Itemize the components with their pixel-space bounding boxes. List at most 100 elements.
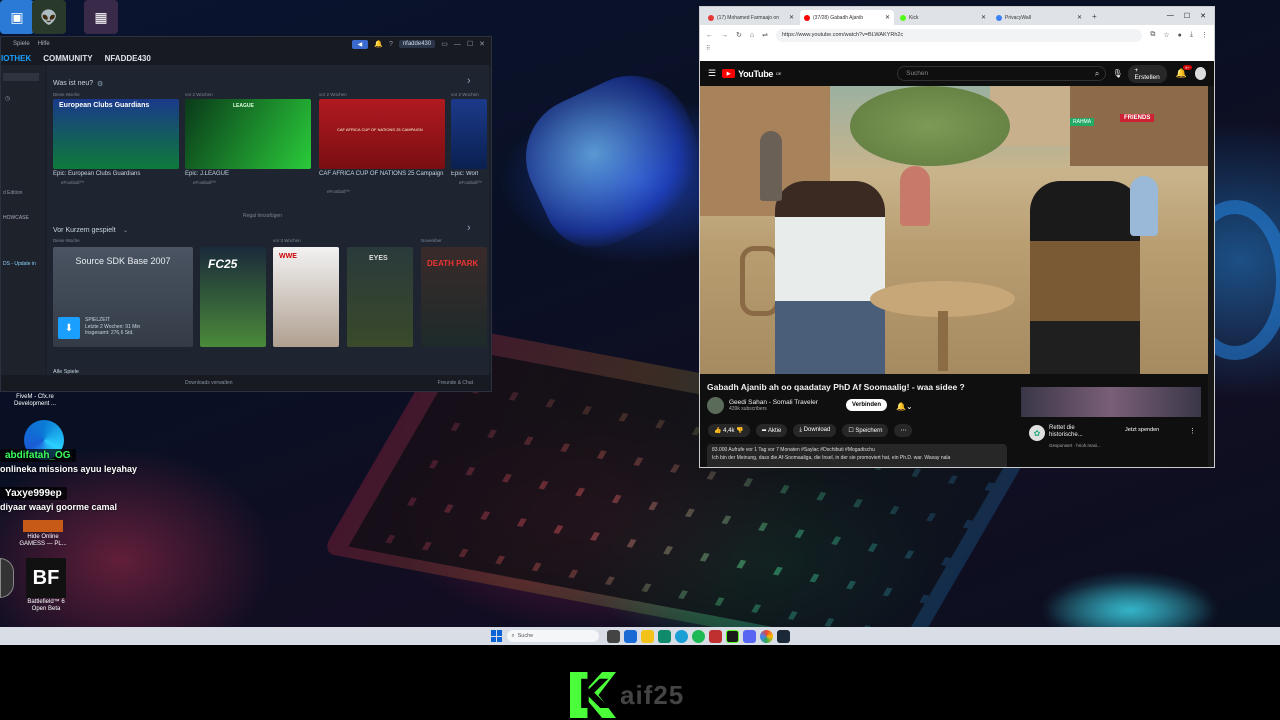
desktop-icon-hide-online[interactable]: Hide Online GAMESS — PL... [18, 520, 68, 547]
like-button[interactable]: 👍 4,4k 👎 [708, 424, 750, 437]
nav-profile[interactable]: NFADDE430 [105, 54, 151, 63]
video-player[interactable]: FRIENDS RAHMA [700, 86, 1208, 374]
notifications-bell-icon[interactable]: 🔔 9+ [1175, 65, 1192, 79]
recent-game-sdk[interactable]: Source SDK Base 2007 ⬇ SPIELZEIT Letzte … [53, 247, 193, 347]
news-caption[interactable]: CAF AFRICA CUP OF NATIONS 25 Campaign [319, 171, 445, 177]
nav-library[interactable]: IOTHEK [1, 54, 31, 63]
sponsored-ad[interactable]: ✿ Rettet die historische... Gesponsert ·… [1021, 387, 1201, 457]
forward-icon[interactable]: → [721, 32, 728, 39]
minimize-icon[interactable]: — [454, 41, 461, 48]
desktop-app-icon-2[interactable]: 👽 [32, 0, 66, 34]
friends-chat[interactable]: Freunde & Chat [438, 380, 473, 386]
recent-game-deathpark[interactable]: DEATH PARK [421, 247, 487, 347]
desktop-app-icon-1[interactable]: ▣ [0, 0, 34, 34]
more-actions-icon[interactable]: ⋯ [894, 424, 913, 437]
hamburger-menu-icon[interactable]: ☰ [708, 68, 716, 79]
file-explorer-icon[interactable] [623, 629, 637, 643]
desktop-icon-battlefield[interactable]: BF Battlefield™ 6 Open Beta [20, 558, 72, 612]
whats-new-next-arrow[interactable]: › [467, 75, 471, 87]
desktop-icon-fivem[interactable]: FiveM - Cfx.re Development ... [0, 394, 70, 407]
ad-donate-button[interactable]: Jetzt spenden [1125, 427, 1159, 433]
news-card-world[interactable] [451, 99, 487, 169]
close-icon[interactable]: ✕ [479, 40, 485, 48]
add-shelf-button[interactable]: Regal hinzufügen [243, 213, 282, 219]
create-button[interactable]: + Erstellen [1128, 64, 1168, 83]
recent-next-arrow[interactable]: › [467, 222, 471, 234]
folder-icon[interactable] [640, 629, 654, 643]
browser-tab[interactable]: Kick ✕ [896, 10, 990, 25]
gear-icon[interactable]: ⚙ [97, 80, 103, 88]
news-caption[interactable]: Epic: J.LEAGUE [185, 171, 229, 177]
star-icon[interactable]: ☆ [1163, 31, 1169, 39]
edge-taskbar-icon[interactable] [674, 629, 688, 643]
steam-broadcast-button[interactable]: ◀ [351, 39, 369, 49]
tab-close-icon[interactable]: ✕ [981, 14, 986, 21]
channel-bell-icon[interactable]: 🔔⌄ [896, 402, 913, 411]
help-icon[interactable]: ? [389, 41, 393, 48]
news-card-caf[interactable]: CAF AFRICA CUP OF NATIONS 25 CAMPAIGN [319, 99, 445, 169]
recent-game-eyes[interactable]: EYES [347, 247, 413, 347]
address-bar[interactable]: https://www.youtube.com/watch?v=BLWAKYRh… [775, 28, 1143, 42]
nav-community[interactable]: COMMUNITY [43, 54, 92, 63]
app-taskbar-icon[interactable] [708, 629, 722, 643]
download-button[interactable]: ⤓ Download [793, 424, 837, 437]
translate-icon[interactable]: ⧉ [1150, 31, 1155, 39]
new-tab-icon[interactable]: + [1088, 12, 1101, 21]
sidebar-home-button[interactable] [3, 73, 39, 81]
back-icon[interactable]: ← [706, 32, 713, 39]
taskbar-search[interactable]: ⌕ Suche [506, 630, 599, 642]
steam-menu-spiele[interactable]: Spiele [13, 41, 30, 47]
reload-icon[interactable]: ↻ [736, 31, 742, 39]
news-caption[interactable]: Epic: European Clubs Guardians [53, 171, 140, 177]
home-icon[interactable]: ⌂ [750, 32, 754, 39]
start-icon[interactable] [490, 630, 503, 642]
subscribe-button[interactable]: Verbinden [846, 399, 888, 411]
youtube-search-input[interactable]: Suchen ⌕ [897, 66, 1107, 81]
chrome-icon[interactable] [759, 629, 773, 643]
kick-taskbar-icon[interactable] [725, 629, 739, 643]
maximize-icon[interactable]: ☐ [1184, 12, 1190, 20]
youtube-logo[interactable]: ▶ YouTube DE [722, 69, 781, 79]
video-description[interactable]: 83.000 Aufrufe vor 1 Tag vor 7 Monaten #… [707, 444, 1007, 467]
menu-icon[interactable]: ⋮ [1201, 31, 1208, 39]
ad-menu-icon[interactable]: ⋮ [1189, 427, 1196, 435]
browser-tab-active[interactable]: (37/28) Gabadh Ajanib ✕ [800, 10, 894, 25]
discord-icon[interactable] [742, 629, 756, 643]
steam-user-menu[interactable]: nfadde430 [398, 40, 436, 48]
desktop-app-icon-3[interactable]: ▦ [84, 0, 118, 34]
close-icon[interactable]: ✕ [1200, 12, 1206, 20]
store-icon[interactable] [657, 629, 671, 643]
share-button[interactable]: ➦ Aktie [755, 424, 788, 437]
chevron-down-icon[interactable]: ⌄ [123, 227, 128, 234]
recent-heading[interactable]: Vor Kurzem gespielt [53, 227, 116, 234]
channel-avatar[interactable] [707, 397, 724, 414]
maximize-icon[interactable]: ☐ [467, 40, 473, 48]
recent-game-fc25[interactable]: FC25 [200, 247, 266, 347]
big-picture-icon[interactable]: ▭ [441, 40, 448, 48]
sidebar-update[interactable]: DS - Update in [3, 261, 36, 267]
microphone-icon[interactable]: 🎙 [1112, 69, 1122, 78]
steam-taskbar-icon[interactable] [776, 629, 790, 643]
desktop-app-icon-side[interactable] [0, 558, 14, 598]
browser-tab[interactable]: (17) Mohamed Farmaajo on ✕ [704, 10, 798, 25]
tab-close-icon[interactable]: ✕ [885, 14, 890, 21]
task-view-icon[interactable] [606, 629, 620, 643]
save-button[interactable]: ☐ Speichern [842, 424, 889, 437]
tab-close-icon[interactable]: ✕ [789, 14, 794, 21]
channel-name[interactable]: Geedi Sahan - Somali Traveler [729, 399, 818, 406]
sidebar-edition[interactable]: d Edition [3, 190, 22, 196]
browser-tab[interactable]: PrivacyWall ✕ [992, 10, 1086, 25]
download-icon[interactable]: ⤓ [1190, 31, 1193, 39]
news-card-jleague[interactable]: LEAGUE [185, 99, 311, 169]
news-caption[interactable]: Epic: Worl [451, 171, 491, 177]
recent-game-wwe[interactable]: WWE [273, 247, 339, 347]
site-info-icon[interactable]: ⇌ [762, 31, 768, 39]
page-scrollbar[interactable] [1208, 86, 1214, 467]
search-icon[interactable]: ⌕ [1095, 69, 1099, 79]
spotify-icon[interactable] [691, 629, 705, 643]
download-icon[interactable]: ⬇ [58, 317, 80, 339]
manage-downloads[interactable]: Downloads verwalten [185, 380, 233, 386]
minimize-icon[interactable]: — [1167, 12, 1174, 20]
news-card-european-clubs[interactable]: European Clubs Guardians [53, 99, 179, 169]
extension-icon[interactable]: ● [1178, 32, 1182, 39]
